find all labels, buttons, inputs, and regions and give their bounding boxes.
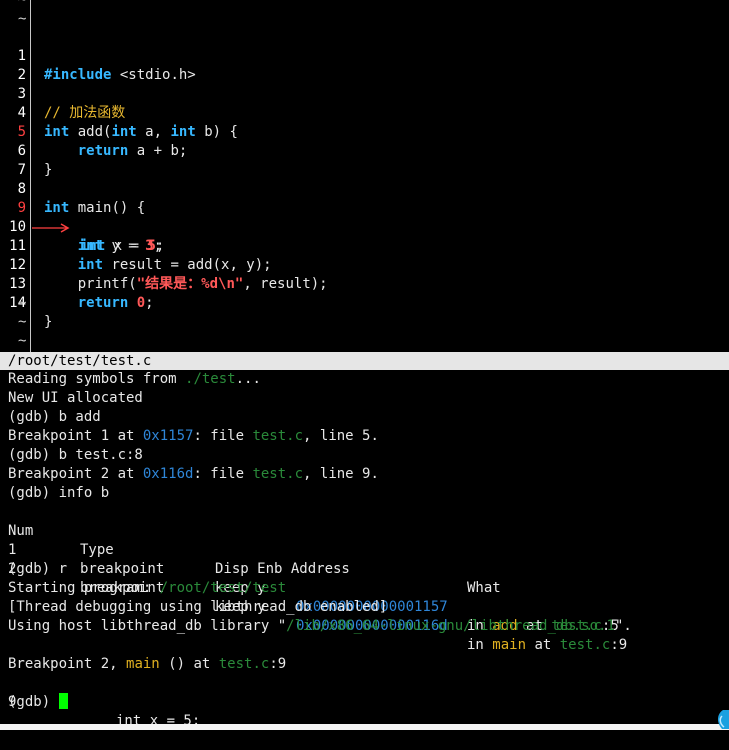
- console-line: Starting program: /root/test/test: [8, 580, 287, 596]
- current-line-arrow-icon: [32, 223, 70, 233]
- source-line-breakpoint: 5 return a + b;: [0, 104, 188, 159]
- console-line: Breakpoint 1 at 0x1157: file test.c, lin…: [8, 428, 379, 444]
- console-prompt[interactable]: (gdb): [8, 693, 68, 712]
- gdb-console[interactable]: Reading symbols from ./test... New UI al…: [0, 370, 729, 729]
- console-line: Reading symbols from ./test...: [8, 371, 261, 387]
- preprocessor-directive: #include: [44, 67, 112, 83]
- source-line: 8 int main() {: [0, 161, 146, 216]
- corner-app-icon: [717, 710, 729, 729]
- window-bottom-edge: [0, 724, 729, 730]
- console-line: New UI allocated: [8, 390, 143, 406]
- code-comment: // 加法函数: [44, 105, 126, 121]
- console-command: (gdb) b test.c:8: [8, 447, 143, 463]
- text-cursor: [58, 693, 68, 709]
- source-line: 6 }: [0, 123, 53, 178]
- source-status-bar: /root/test/test.c: [0, 352, 729, 370]
- source-line: 10 int y = 3;: [0, 199, 162, 254]
- console-line: Breakpoint 2, main () at test.c:9: [8, 656, 287, 672]
- source-line: 4 int add(int a, int b) {: [0, 85, 238, 140]
- source-line: 12 printf("结果是：%d\n", result);: [0, 237, 327, 292]
- source-line: 1 #include <stdio.h>: [0, 28, 196, 83]
- console-line: 9 int x = 5;: [8, 694, 201, 729]
- source-line: 7: [0, 142, 34, 178]
- source-line: 3 // 加法函数: [0, 66, 126, 121]
- breakpoint-table-row: 2 breakpoint keep y 0x000000000000116d i…: [8, 561, 628, 653]
- console-command: (gdb) b add: [8, 409, 101, 425]
- source-line: 11 int result = add(x, y);: [0, 218, 271, 273]
- console-command: (gdb) info b: [8, 485, 110, 501]
- console-line: [Thread debugging using libthread_db ena…: [8, 599, 388, 615]
- breakpoint-table-header: Num Type Disp Enb Address What: [8, 523, 501, 596]
- source-pane[interactable]: ~ ~ 1 #include <stdio.h> 2 3 // 加法函数 4 i…: [0, 0, 729, 352]
- console-command: (gdb) r: [8, 561, 68, 577]
- source-line-current: 9 int x = 5;: [0, 180, 165, 254]
- console-line: Breakpoint 2 at 0x116d: file test.c, lin…: [8, 466, 379, 482]
- source-line: 13 return 0;: [0, 256, 153, 311]
- console-line: Using host libthread_db library "/lib/x8…: [8, 618, 632, 634]
- source-line: 14 }: [0, 275, 52, 330]
- source-line: 2: [0, 47, 34, 83]
- breakpoint-table-row: 1 breakpoint keep y 0x0000000000001157 i…: [8, 542, 619, 634]
